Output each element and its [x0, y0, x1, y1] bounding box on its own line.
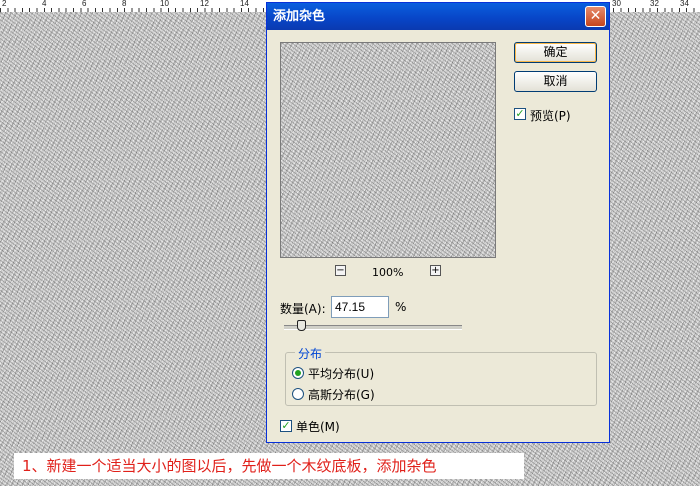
- zoom-level: 100%: [372, 266, 404, 279]
- uniform-label: 平均分布(U): [308, 367, 375, 381]
- dialog-titlebar[interactable]: 添加杂色: [267, 3, 609, 30]
- monochromatic-checkbox[interactable]: ✓: [280, 420, 292, 432]
- gaussian-radio[interactable]: [292, 388, 304, 400]
- ruler-label: 14: [240, 0, 249, 8]
- add-noise-dialog: 添加杂色 ✕ − 100% + 确定 取消 ✓ 预览(P) 数量(A): 47.…: [266, 2, 610, 443]
- ruler-label: 10: [160, 0, 169, 8]
- amount-slider-thumb[interactable]: [297, 320, 307, 331]
- ruler-label: 2: [2, 0, 7, 8]
- plus-icon: +: [431, 265, 440, 276]
- amount-label: 数量(A):: [280, 302, 326, 316]
- amount-slider-track[interactable]: [284, 325, 462, 330]
- zoom-in-button[interactable]: +: [430, 265, 441, 276]
- ruler-label: 12: [200, 0, 209, 8]
- close-button[interactable]: ✕: [585, 6, 606, 27]
- filter-preview[interactable]: [280, 42, 496, 258]
- ruler-label: 34: [680, 0, 689, 8]
- ruler-label: 30: [612, 0, 621, 8]
- cancel-button[interactable]: 取消: [514, 71, 597, 92]
- checkmark-icon: ✓: [515, 107, 525, 120]
- preview-checkbox[interactable]: ✓: [514, 108, 526, 120]
- close-icon: ✕: [589, 8, 602, 24]
- distribution-title: 分布: [295, 345, 326, 362]
- checkmark-icon: ✓: [281, 419, 291, 432]
- zoom-out-button[interactable]: −: [335, 265, 346, 276]
- ruler-label: 32: [650, 0, 659, 8]
- gaussian-label: 高斯分布(G): [308, 388, 375, 402]
- uniform-radio[interactable]: [292, 367, 304, 379]
- ruler-label: 4: [42, 0, 47, 8]
- ok-button[interactable]: 确定: [514, 42, 597, 63]
- minus-icon: −: [336, 265, 345, 276]
- amount-input[interactable]: 47.15: [331, 296, 389, 318]
- ruler-label: 8: [122, 0, 127, 8]
- preview-label: 预览(P): [530, 109, 571, 123]
- dialog-title: 添加杂色: [273, 9, 326, 24]
- ruler-label: 6: [82, 0, 87, 8]
- amount-unit: %: [395, 300, 407, 314]
- tutorial-caption: 1、新建一个适当大小的图以后，先做一个木纹底板，添加杂色: [14, 453, 524, 479]
- monochromatic-label: 单色(M): [296, 420, 340, 434]
